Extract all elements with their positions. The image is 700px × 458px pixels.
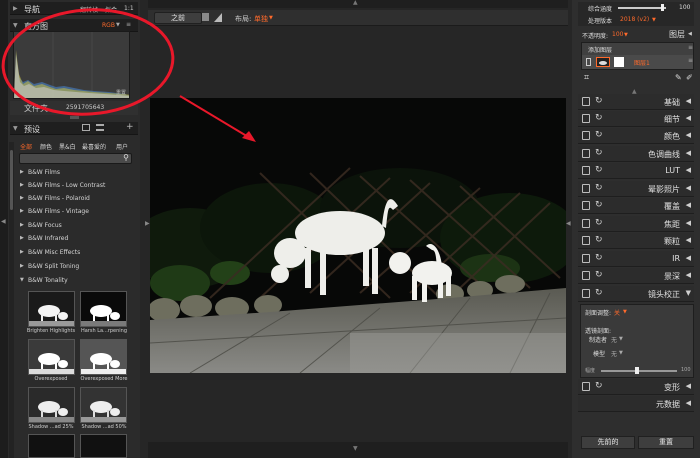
annotation-arrow: [179, 95, 251, 139]
annotation-arrowhead: [242, 131, 256, 142]
red-annotation-overlay: [1, 8, 256, 142]
annotation-circle: [1, 8, 175, 116]
